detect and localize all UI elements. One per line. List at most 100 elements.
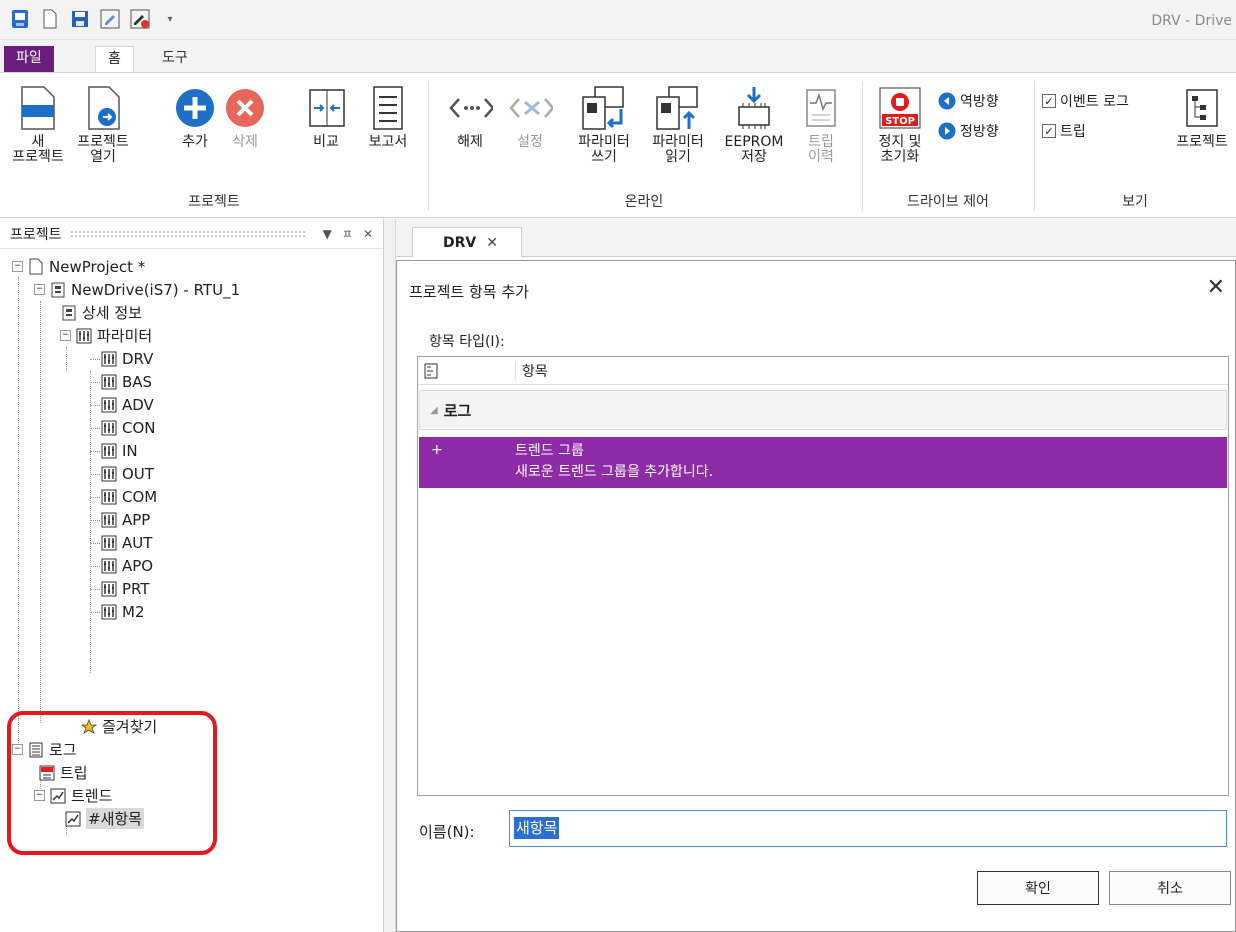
compare-button[interactable]: 비교 — [304, 85, 348, 150]
item-type-list[interactable]: 항목 ◢ 로그 + 트렌드 그룹 새로운 트렌드 그룹을 추가합니다. — [417, 356, 1229, 796]
ok-button[interactable]: 확인 — [977, 871, 1099, 905]
menu-bar: 파일 홈 도구 — [0, 40, 1236, 72]
eeprom-save-label: EEPROM 저장 — [724, 134, 784, 165]
panel-pin-icon[interactable]: ㅍ — [342, 225, 353, 242]
add-label: 추가 — [182, 134, 208, 150]
release-button[interactable]: 해제 — [442, 85, 498, 150]
collapse-toggle[interactable]: − — [34, 284, 45, 295]
collapse-toggle[interactable]: − — [60, 330, 71, 341]
project-view-button[interactable]: 프로젝트 — [1168, 85, 1236, 150]
panel-splitter[interactable] — [384, 219, 396, 932]
tree-node-param-group[interactable]: IN — [100, 439, 138, 462]
stop-icon: STOP — [877, 85, 923, 131]
view-group-label: 보기 — [1122, 194, 1148, 210]
project-panel: 프로젝트 ▼ ㅍ ✕ − NewProject * − NewDrive(iS7… — [0, 219, 384, 932]
tree-node-detail[interactable]: 상세 정보 — [60, 301, 142, 324]
new-file-icon[interactable] — [40, 8, 60, 30]
tree-line — [18, 277, 19, 747]
panel-close-icon[interactable]: ✕ — [363, 227, 373, 241]
tree-line — [90, 612, 100, 613]
tree-line — [90, 543, 100, 544]
delete-button[interactable]: 삭제 — [222, 85, 268, 150]
tree-node-param-group[interactable]: ADV — [100, 393, 154, 416]
project-panel-title: 프로젝트 — [10, 226, 62, 243]
list-item-name: 트렌드 그룹 — [515, 443, 584, 459]
release-icon — [447, 85, 493, 131]
event-log-label: 이벤트 로그 — [1060, 94, 1129, 110]
compare-icon — [304, 85, 350, 131]
forward-label: 정방향 — [960, 124, 999, 140]
edit-delete-icon[interactable] — [130, 8, 150, 30]
trip-history-button[interactable]: 트립 이력 — [796, 85, 846, 165]
tree-line — [90, 589, 100, 590]
tree-node-params[interactable]: − 파라미터 — [60, 324, 152, 347]
compare-label: 비교 — [313, 134, 339, 150]
report-label: 보고서 — [368, 134, 408, 150]
name-input-value: 새항목 — [514, 817, 560, 839]
qat-dropdown-icon[interactable]: ▾ — [160, 8, 180, 30]
stop-reset-label: 정지 및 초기화 — [878, 134, 922, 165]
collapse-toggle[interactable]: − — [12, 261, 23, 272]
trip-toggle[interactable]: ✓ 트립 — [1042, 121, 1086, 141]
tree-node-param-group[interactable]: OUT — [100, 462, 154, 485]
tree-node-param-group[interactable]: PRT — [100, 577, 150, 600]
add-button[interactable]: 추가 — [172, 85, 218, 150]
project-tree-icon — [1179, 85, 1225, 131]
setup-button[interactable]: 설정 — [502, 85, 558, 150]
new-project-button[interactable]: 새 프로젝트 — [8, 85, 68, 165]
save-icon[interactable] — [70, 8, 90, 30]
report-icon — [365, 85, 411, 131]
parameter-icon — [100, 419, 118, 437]
trip-checkbox[interactable]: ✓ — [1042, 124, 1056, 138]
tree-node-param-group[interactable]: DRV — [100, 347, 153, 370]
menu-tab-home[interactable]: 홈 — [95, 46, 134, 72]
eeprom-save-button[interactable]: EEPROM 저장 — [718, 85, 790, 165]
tree-node-label: AUT — [122, 533, 153, 552]
panel-dropdown-icon[interactable]: ▼ — [323, 227, 332, 241]
list-item-trend-group[interactable]: + 트렌드 그룹 새로운 트렌드 그룹을 추가합니다. — [419, 437, 1227, 488]
list-header-icon-col[interactable] — [418, 361, 516, 380]
list-header-item[interactable]: 항목 — [516, 361, 548, 381]
tree-node-param-group[interactable]: CON — [100, 416, 156, 439]
tree-node-param-group[interactable]: AUT — [100, 531, 152, 554]
forward-icon — [938, 122, 956, 140]
param-read-button[interactable]: 파라미터 읽기 — [642, 85, 714, 165]
tree-line — [90, 566, 100, 567]
report-button[interactable]: 보고서 — [362, 85, 414, 150]
menu-tab-file[interactable]: 파일 — [4, 46, 54, 72]
param-read-label: 파라미터 읽기 — [652, 134, 704, 165]
event-log-checkbox[interactable]: ✓ — [1042, 94, 1056, 108]
tree-node-label: IN — [122, 441, 138, 460]
param-write-button[interactable]: 파라미터 쓰기 — [568, 85, 640, 165]
doc-tab-close-icon[interactable]: ✕ — [486, 235, 498, 251]
cancel-button[interactable]: 취소 — [1109, 871, 1231, 905]
menu-tab-tools[interactable]: 도구 — [150, 46, 200, 72]
event-log-toggle[interactable]: ✓ 이벤트 로그 — [1042, 91, 1129, 111]
title-bar: ▾ DRV - Drive — [0, 0, 1236, 40]
release-label: 해제 — [457, 134, 483, 150]
trip-history-label: 트립 이력 — [808, 134, 834, 165]
tree-node-param-group[interactable]: COM — [100, 485, 157, 508]
parameter-icon — [100, 534, 118, 552]
name-input[interactable]: 새항목 — [509, 810, 1227, 847]
stop-reset-button[interactable]: STOP 정지 및 초기화 — [868, 85, 932, 165]
tree-node-param-group[interactable]: M2 — [100, 600, 145, 623]
parameter-icon — [100, 373, 118, 391]
edit-settings-icon[interactable] — [100, 8, 120, 30]
list-group-log[interactable]: ◢ 로그 — [419, 390, 1227, 430]
parameter-icon — [100, 396, 118, 414]
tree-node-param-group[interactable]: APP — [100, 508, 150, 531]
doc-tab-drv[interactable]: DRV ✕ — [412, 227, 522, 257]
tree-node-drive[interactable]: − NewDrive(iS7) - RTU_1 — [34, 278, 240, 301]
add-icon — [172, 85, 218, 131]
dialog-close-icon[interactable]: ✕ — [1207, 275, 1225, 300]
reverse-button[interactable]: 역방향 — [938, 91, 999, 111]
tree-node-root[interactable]: − NewProject * — [12, 255, 145, 278]
stop-text: STOP — [885, 116, 915, 127]
open-project-button[interactable]: 프로젝트 열기 — [68, 85, 138, 165]
forward-button[interactable]: 정방향 — [938, 121, 999, 141]
tree-node-label: NewDrive(iS7) - RTU_1 — [71, 280, 241, 299]
group-collapse-icon[interactable]: ◢ — [430, 405, 438, 416]
tree-node-param-group[interactable]: BAS — [100, 370, 152, 393]
tree-node-param-group[interactable]: APO — [100, 554, 153, 577]
